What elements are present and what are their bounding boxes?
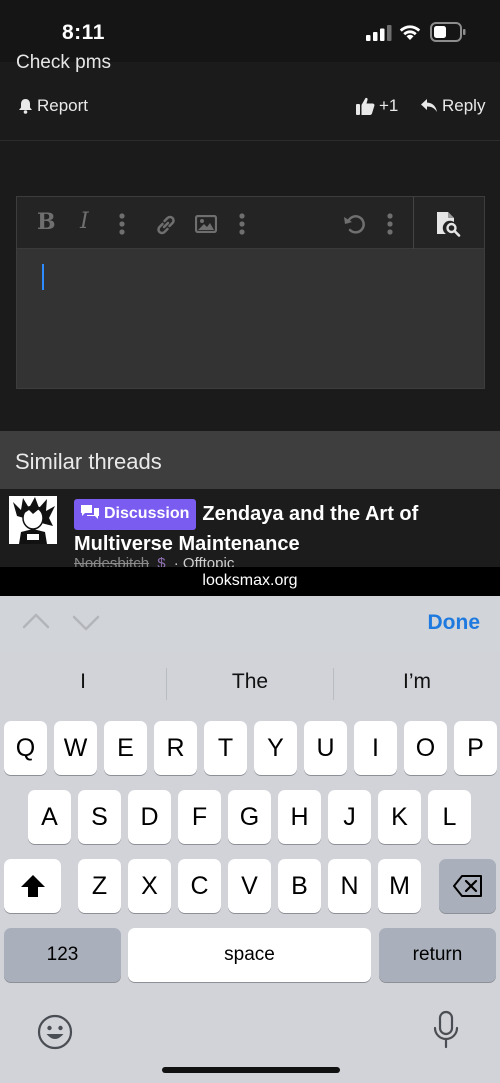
key-q[interactable]: Q (4, 721, 47, 775)
more-options-icon[interactable] (118, 213, 126, 235)
post-text: Check pms (16, 52, 112, 73)
preview-icon[interactable] (435, 211, 463, 237)
key-z[interactable]: Z (78, 859, 121, 913)
done-button[interactable]: Done (428, 611, 481, 635)
discussion-badge: Discussion (74, 499, 197, 530)
suggestion-2[interactable]: The (167, 670, 333, 694)
emoji-icon[interactable] (37, 1014, 73, 1050)
key-h[interactable]: H (278, 790, 321, 844)
shift-icon (20, 875, 45, 897)
cellular-signal-icon (366, 25, 392, 41)
editor-toolbar: B I (17, 197, 484, 249)
key-p[interactable]: P (454, 721, 497, 775)
key-u[interactable]: U (304, 721, 347, 775)
wifi-icon (399, 25, 421, 40)
key-r[interactable]: R (154, 721, 197, 775)
predictive-bar: I The I’m (0, 664, 500, 704)
key-a[interactable]: A (28, 790, 71, 844)
keyboard: I The I’m Q W E R T Y U I O P A S D F G … (0, 652, 500, 1083)
backspace-icon (452, 875, 482, 897)
key-e[interactable]: E (104, 721, 147, 775)
key-o[interactable]: O (404, 721, 447, 775)
space-key[interactable]: space (128, 928, 371, 982)
link-icon[interactable] (154, 213, 178, 235)
numbers-key[interactable]: 123 (4, 928, 121, 982)
key-v[interactable]: V (228, 859, 271, 913)
key-j[interactable]: J (328, 790, 371, 844)
key-y[interactable]: Y (254, 721, 297, 775)
thumbs-up-icon (356, 97, 375, 115)
key-f[interactable]: F (178, 790, 221, 844)
divider (0, 140, 500, 141)
keyboard-accessory-bar: Done (0, 596, 500, 652)
report-label: Report (37, 96, 89, 115)
badge-label: Discussion (104, 505, 190, 522)
thread-title-line[interactable]: Discussion Zendaya and the Art of Multive… (74, 499, 484, 558)
more-actions-icon[interactable] (386, 213, 394, 235)
shift-key[interactable] (4, 859, 61, 913)
return-key[interactable]: return (379, 928, 496, 982)
toolbar-separator (413, 197, 414, 249)
italic-icon[interactable]: I (80, 209, 89, 234)
report-button[interactable]: Report (18, 96, 88, 116)
key-b[interactable]: B (278, 859, 321, 913)
similar-threads-header: Similar threads (0, 431, 500, 489)
more-insert-icon[interactable] (238, 213, 246, 235)
delete-key[interactable] (439, 859, 496, 913)
image-icon[interactable] (195, 215, 217, 233)
key-s[interactable]: S (78, 790, 121, 844)
reply-editor[interactable]: B I (16, 196, 485, 389)
key-d[interactable]: D (128, 790, 171, 844)
next-field-icon[interactable] (72, 614, 100, 632)
like-button[interactable]: +1 (356, 96, 398, 116)
text-cursor (42, 264, 44, 290)
key-w[interactable]: W (54, 721, 97, 775)
similar-thread-item[interactable]: Discussion Zendaya and the Art of Multive… (0, 489, 500, 572)
previous-field-icon[interactable] (22, 612, 50, 630)
microphone-icon[interactable] (433, 1010, 459, 1050)
post-actions: Report +1 Reply (0, 92, 500, 126)
suggestion-1[interactable]: I (0, 670, 166, 694)
key-c[interactable]: C (178, 859, 221, 913)
key-t[interactable]: T (204, 721, 247, 775)
like-count: +1 (379, 96, 399, 115)
key-l[interactable]: L (428, 790, 471, 844)
home-indicator (162, 1067, 340, 1073)
battery-icon (430, 22, 466, 42)
key-m[interactable]: M (378, 859, 421, 913)
avatar-image (9, 496, 57, 544)
key-x[interactable]: X (128, 859, 171, 913)
avatar[interactable] (9, 496, 57, 544)
key-g[interactable]: G (228, 790, 271, 844)
chat-bubbles-icon (81, 505, 99, 519)
bell-icon (19, 99, 32, 114)
reply-arrow-icon (421, 99, 437, 112)
key-n[interactable]: N (328, 859, 371, 913)
reply-label: Reply (442, 96, 486, 115)
suggestion-3[interactable]: I’m (334, 670, 500, 694)
status-time: 8:11 (62, 21, 105, 44)
bold-icon[interactable]: B (37, 209, 56, 235)
browser-url-bar[interactable]: looksmax.org (0, 567, 500, 596)
key-i[interactable]: I (354, 721, 397, 775)
reply-button[interactable]: Reply (420, 96, 485, 116)
undo-icon[interactable] (343, 213, 365, 235)
screen: 8:11 Check pms Report +1 Reply B I Simil… (0, 0, 500, 1083)
key-k[interactable]: K (378, 790, 421, 844)
